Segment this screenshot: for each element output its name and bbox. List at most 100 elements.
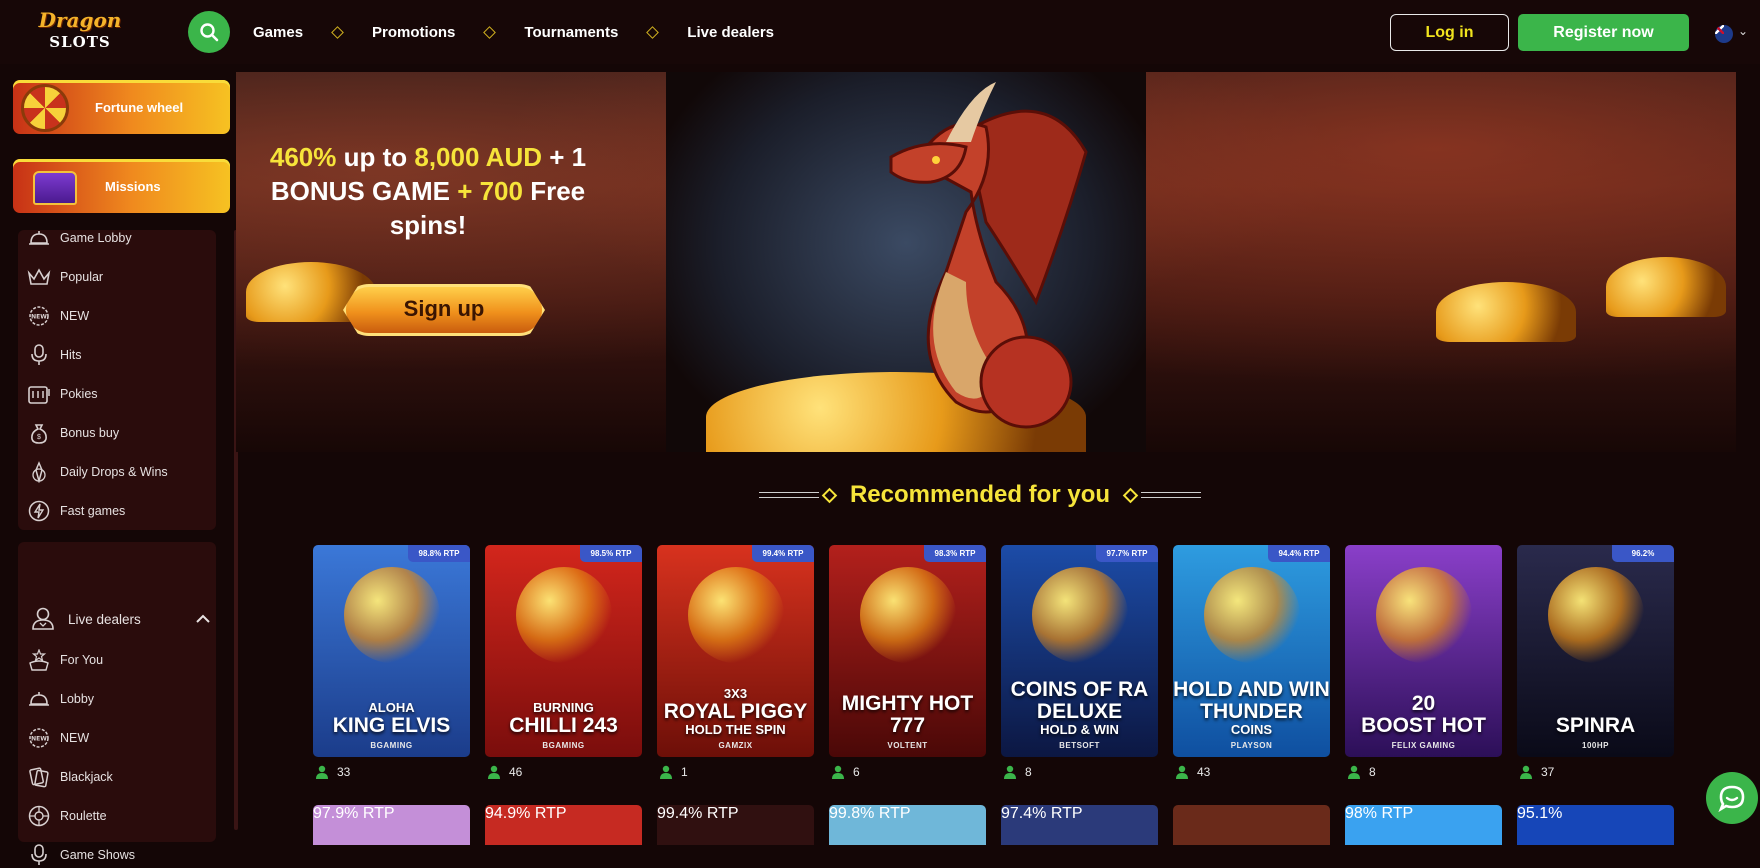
sidebar-item-for-you[interactable]: For You [26,647,103,673]
nav-separator-icon [483,25,497,39]
game-provider: BGAMING [542,741,585,750]
sidebar-item-label: For You [60,653,104,667]
sidebar-item-blackjack[interactable]: Blackjack [26,764,113,790]
sidebar-item-live-new[interactable]: NEW NEW [26,725,89,751]
rtp-badge: 98.3% RTP [924,545,986,562]
sidebar-item-fast-games[interactable]: Fast games [26,498,125,524]
drops-wins-icon [26,459,52,485]
nav-separator-icon [331,25,344,39]
game-card[interactable]: BURNING CHILLI 243 BGAMING 98.5% RTP [485,545,642,757]
game-title-line-3: HOLD & WIN [1040,722,1119,737]
game-card[interactable]: SPINRA 100HP 96.2% [1517,545,1674,757]
sidebar-item-game-lobby[interactable]: Game Lobby [26,225,132,251]
nav-games[interactable]: Games [253,24,303,41]
live-chat-button[interactable] [1706,772,1758,824]
register-button[interactable]: Register now [1518,14,1689,51]
sidebar-item-label: Lobby [60,692,95,706]
player-icon [488,765,500,779]
search-button[interactable] [188,11,230,53]
chat-bubble-icon [1718,785,1745,813]
recommended-heading: Recommended for you [730,480,1230,510]
fortune-wheel-button[interactable]: Fortune wheel [13,80,230,134]
nav-tournaments[interactable]: Tournaments [524,24,618,41]
players-number: 8 [1369,765,1376,779]
game-card-row2[interactable] [1173,805,1330,845]
missions-button[interactable]: Missions [13,159,230,213]
sidebar: Fortune wheel Missions Game Lobby Popula… [0,64,240,865]
sidebar-item-pokies[interactable]: Pokies [26,381,98,407]
rtp-badge: 98.8% RTP [408,545,470,562]
game-card-row2[interactable]: 98% RTP [1345,805,1502,845]
game-title-line-2: THUNDER [1200,700,1303,723]
ornament-left-icon [758,487,840,503]
live-dealers-toggle[interactable]: Live dealers [30,606,210,632]
hero-bonus-game: BONUS GAME [270,176,450,206]
sidebar-item-daily-drops-wins[interactable]: Daily Drops & Wins [26,459,168,485]
nav-promotions[interactable]: Promotions [372,24,455,41]
nav-live-dealers[interactable]: Live dealers [687,24,774,41]
top-header: Dragon SLOTS Games Promotions Tournament… [0,0,1760,64]
sidebar-item-bonus-buy[interactable]: $ Bonus buy [26,420,119,446]
search-icon [200,23,219,42]
login-button[interactable]: Log in [1390,14,1509,51]
hero-signup-button[interactable]: Sign up [333,272,555,346]
game-card-row2[interactable]: 99.4% RTP [657,805,814,845]
game-artwork-image [343,567,440,663]
sidebar-item-roulette[interactable]: Roulette [26,803,107,829]
game-card[interactable]: ALOHA KING ELVIS BGAMING 98.8% RTP [313,545,470,757]
players-count: 46 [487,765,522,779]
game-provider: PLAYSON [1230,741,1273,750]
game-card-row2[interactable]: 94.9% RTP [485,805,642,845]
hero-free-count: + 700 [449,176,523,206]
game-card[interactable]: HOLD AND WIN THUNDER COINS PLAYSON 94.4% RTP [1173,545,1330,757]
game-title-line-2: BOOST HOT [1361,714,1486,737]
hero-text: Free [522,176,586,206]
dragon-slots-logo[interactable]: Dragon SLOTS [30,8,130,51]
hero-banner[interactable]: 460% up to 8,000 AUD + 1 BONUS GAME + 70… [236,72,1736,452]
game-card[interactable]: MIGHTY HOT 777 VOLTENT 98.3% RTP [829,545,986,757]
star-hand-icon [26,647,52,673]
hero-percent: 460% [269,142,337,172]
game-card-row2[interactable]: 97.4% RTP [1001,805,1158,845]
player-icon [316,765,328,779]
game-title-line-3: HOLD THE SPIN [685,722,786,737]
game-card-row2[interactable]: 95.1% [1517,805,1674,845]
game-card-row2[interactable]: 99.8% RTP [829,805,986,845]
rtp-badge: 96.2% [1612,545,1674,562]
sidebar-item-new[interactable]: NEW NEW [26,303,89,329]
sidebar-item-label: Daily Drops & Wins [60,465,168,479]
main-nav: Games Promotions Tournaments Live dealer… [253,0,774,64]
gold-pile-image [1436,282,1576,342]
recommended-title: Recommended for you [849,481,1111,508]
chevron-down-icon[interactable]: ⌄ [1738,24,1748,38]
cards-icon [26,764,52,790]
australia-flag-icon[interactable] [1715,25,1733,43]
game-card-row2[interactable]: 97.9% RTP [313,805,470,845]
svg-text:NEW: NEW [31,314,47,321]
player-icon [1348,765,1360,779]
game-card[interactable]: COINS OF RA DELUXE HOLD & WIN BETSOFT 97.7% … [1001,545,1158,757]
player-icon [660,765,672,779]
rtp-badge: 99.4% RTP [657,805,739,822]
game-card[interactable]: 3X3 ROYAL PIGGY HOLD THE SPIN GAMZIX 99.4% R… [657,545,814,757]
game-title-line-2: KING ELVIS [332,714,451,737]
sidebar-item-label: Popular [60,270,104,284]
sidebar-item-hits[interactable]: Hits [26,342,82,368]
players-count: 6 [831,765,860,779]
sidebar-item-game-shows[interactable]: Game Shows [26,842,135,868]
fortune-wheel-icon [21,84,69,132]
rtp-badge: 94.4% RTP [1268,545,1330,562]
sidebar-item-lobby[interactable]: Lobby [26,686,94,712]
sidebar-item-label: Blackjack [60,770,113,784]
players-number: 33 [337,765,351,779]
game-title-line-2: DELUXE [1036,700,1123,723]
game-artwork-image [1547,567,1644,663]
game-artwork-image [1031,567,1128,663]
players-number: 37 [1541,765,1555,779]
nav-separator-icon [646,25,660,39]
player-icon [1520,765,1532,779]
sidebar-item-popular[interactable]: Popular [26,264,103,290]
chevron-up-icon[interactable] [196,612,210,627]
roulette-icon [26,803,52,829]
game-card[interactable]: 20 BOOST HOT FELIX GAMING [1345,545,1502,757]
